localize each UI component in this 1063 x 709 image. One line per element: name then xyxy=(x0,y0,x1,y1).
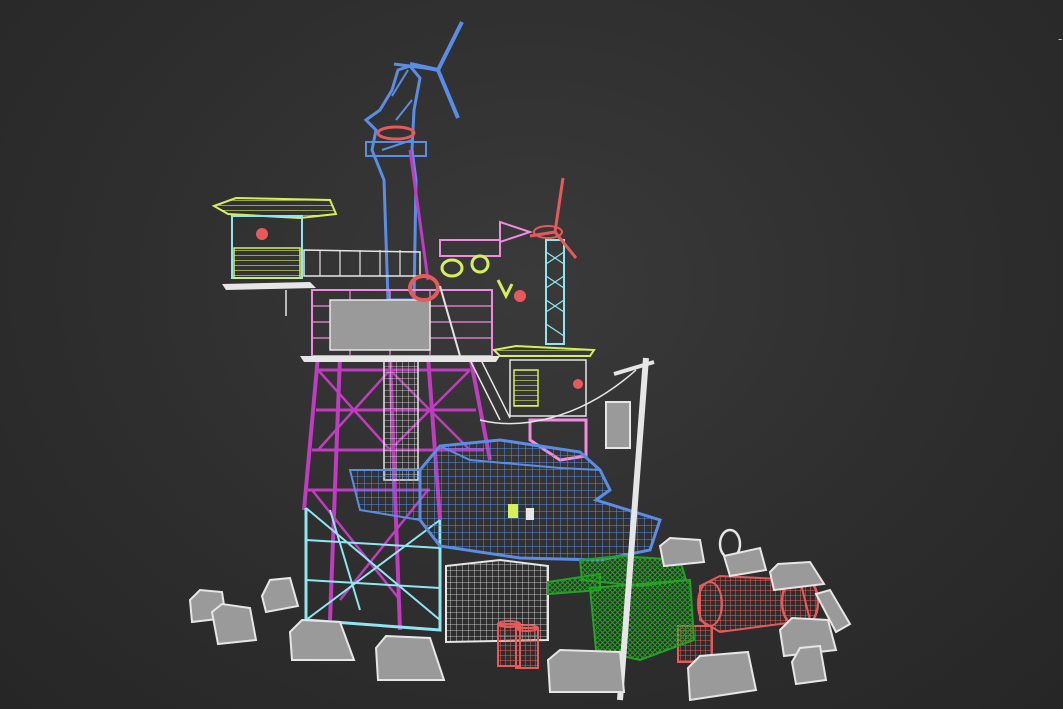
satellite-dish[interactable] xyxy=(718,528,768,578)
viewport-edge-marker: - xyxy=(1058,32,1063,46)
wireframe-scene[interactable] xyxy=(0,0,1063,709)
wind-turbine-small[interactable] xyxy=(499,177,578,345)
viewport-3d[interactable]: - xyxy=(0,0,1063,709)
tank[interactable] xyxy=(547,554,696,662)
lower-frame[interactable] xyxy=(304,507,442,632)
